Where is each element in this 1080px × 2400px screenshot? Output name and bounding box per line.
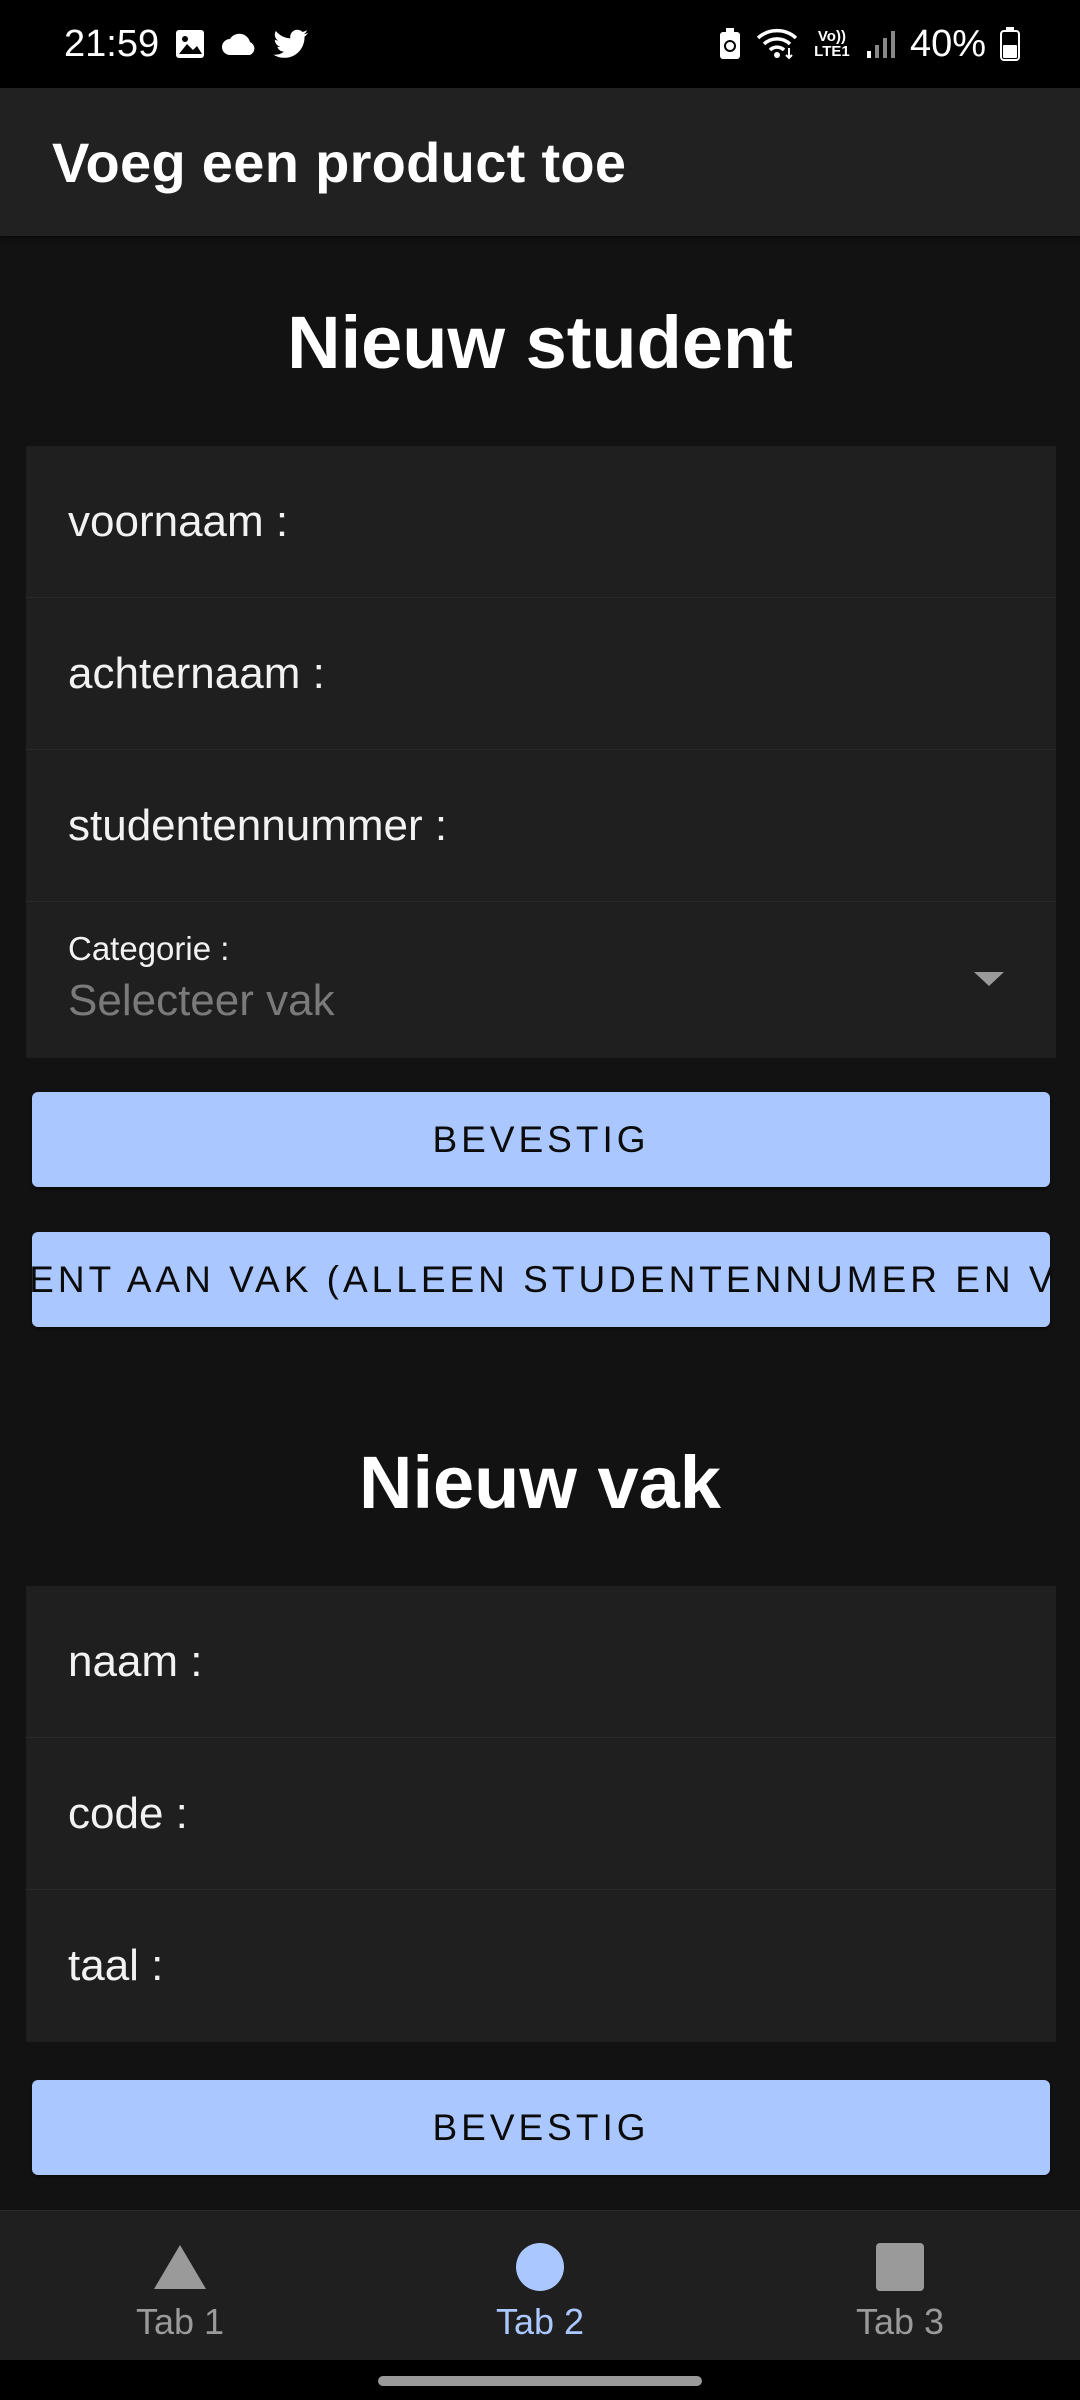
category-label: Categorie :	[68, 930, 230, 967]
course-language-label: taal :	[68, 1941, 164, 1990]
course-name-label: naam :	[68, 1636, 203, 1686]
first-name-label: voornaam :	[68, 496, 289, 546]
tab-2[interactable]: Tab 2	[360, 2211, 720, 2360]
tab-3-label: Tab 3	[855, 2301, 945, 2342]
tab-2-label: Tab 2	[495, 2301, 585, 2342]
battery-percent: 40%	[909, 22, 986, 65]
course-form-card: naam : code : taal :	[26, 1586, 1056, 2042]
app-bar: Voeg een product toe	[0, 88, 1080, 236]
confirm-course-label: BEVESTIG	[432, 2106, 650, 2148]
cloud-icon	[221, 31, 257, 57]
triangle-icon	[152, 2239, 208, 2295]
student-number-label: studentennummer :	[68, 800, 448, 850]
course-section-title: Nieuw vak	[359, 1441, 721, 1524]
tab-1-label: Tab 1	[135, 2301, 225, 2342]
chevron-down-icon[interactable]	[974, 972, 1004, 986]
category-select[interactable]: Categorie : Selecteer vak	[26, 902, 1056, 1058]
wifi-icon	[756, 28, 798, 60]
circle-icon	[515, 2239, 565, 2295]
confirm-student-button[interactable]: BEVESTIG	[32, 1092, 1050, 1187]
student-form-card: voornaam : achternaam : studentennummer …	[26, 446, 1056, 1058]
battery-saver-icon	[718, 28, 742, 60]
tab-bar: Tab 1 Tab 2 Tab 3	[0, 2210, 1080, 2360]
gallery-icon	[175, 29, 205, 59]
course-name-field[interactable]: naam :	[26, 1586, 1056, 1738]
app-bar-title: Voeg een product toe	[52, 130, 627, 194]
screen: 21:59 Vo)) LTE1 40% Voeg een product toe…	[0, 0, 1080, 2400]
assign-student-to-course-button[interactable]: DENT AAN VAK (ALLEEN STUDENTENNUMER EN V…	[32, 1232, 1050, 1327]
assign-student-label: DENT AAN VAK (ALLEEN STUDENTENNUMER EN V…	[32, 1258, 1050, 1300]
confirm-student-label: BEVESTIG	[432, 1118, 650, 1160]
category-placeholder: Selecteer vak	[68, 976, 335, 1025]
last-name-label: achternaam :	[68, 648, 325, 698]
student-number-field[interactable]: studentennummer :	[26, 750, 1056, 902]
status-bar: 21:59 Vo)) LTE1 40%	[0, 0, 1080, 88]
student-section-title: Nieuw student	[287, 301, 793, 384]
tab-1[interactable]: Tab 1	[0, 2211, 360, 2360]
course-code-field[interactable]: code :	[26, 1738, 1056, 1890]
home-indicator[interactable]	[378, 2376, 702, 2386]
volte-icon: Vo)) LTE1	[812, 29, 852, 59]
square-icon	[875, 2239, 925, 2295]
course-code-label: code :	[68, 1788, 188, 1838]
last-name-field[interactable]: achternaam :	[26, 598, 1056, 750]
twitter-icon	[273, 29, 309, 59]
signal-icon	[866, 29, 896, 59]
main-content[interactable]: Nieuw student voornaam : achternaam : st…	[0, 236, 1080, 2210]
battery-icon	[1000, 27, 1020, 61]
tab-3[interactable]: Tab 3	[720, 2211, 1080, 2360]
status-time: 21:59	[64, 22, 160, 65]
course-language-field[interactable]: taal :	[26, 1890, 1056, 2042]
volte-text: Vo)) LTE1	[814, 28, 850, 60]
first-name-field[interactable]: voornaam :	[26, 446, 1056, 598]
confirm-course-button[interactable]: BEVESTIG	[32, 2080, 1050, 2175]
